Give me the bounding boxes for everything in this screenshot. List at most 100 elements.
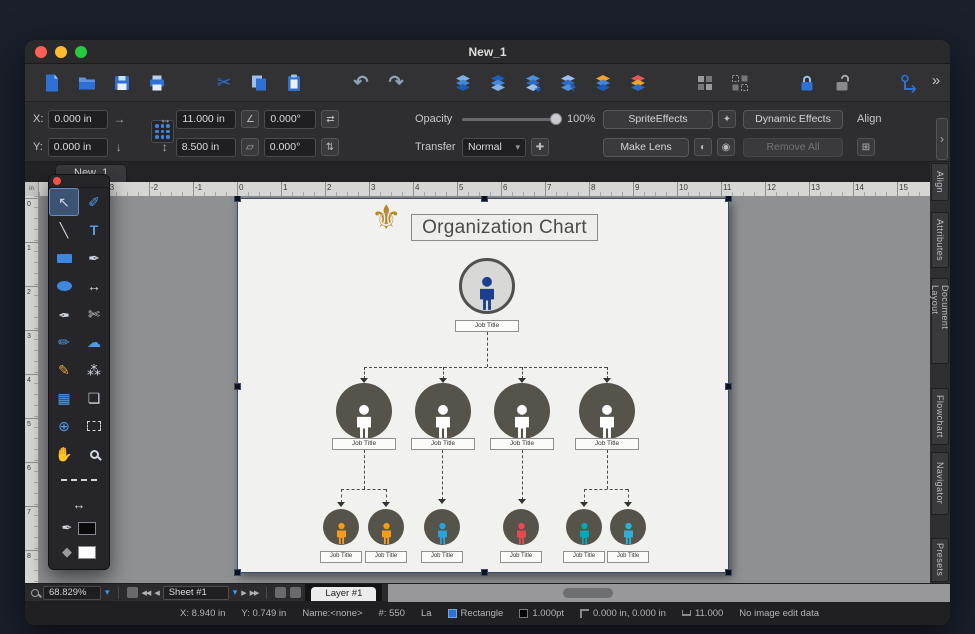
org-node-root[interactable] <box>459 258 515 314</box>
ghost-tool[interactable]: ☁ <box>79 328 109 356</box>
side-tab-flowchart[interactable]: Flowchart <box>931 388 949 445</box>
sprite-effects-button[interactable]: SpriteEffects <box>603 110 713 129</box>
globe-tool[interactable]: ⊕ <box>49 412 79 440</box>
rotate-icon-button[interactable]: ∠ <box>241 110 259 128</box>
line-style-selector[interactable] <box>49 468 109 492</box>
opacity-slider-thumb[interactable] <box>550 113 562 125</box>
org-node-l2[interactable] <box>579 383 635 439</box>
transfer-mode-select[interactable]: Normal ▾ <box>462 138 526 157</box>
close-window-button[interactable] <box>35 46 47 58</box>
side-tab-presets[interactable]: Presets <box>931 538 949 582</box>
selection-handle-n[interactable] <box>481 196 488 202</box>
job-title-label[interactable]: Job Title <box>411 438 475 450</box>
print-button[interactable] <box>142 68 172 98</box>
pen-tool[interactable]: ✒ <box>79 244 109 272</box>
knife-tool[interactable]: ✄ <box>79 300 109 328</box>
line-tool[interactable]: ╲ <box>49 216 79 244</box>
unlock-button[interactable] <box>827 68 857 98</box>
stroke-color-control[interactable]: ✒ <box>49 516 109 540</box>
undo-button[interactable]: ↶ <box>346 68 376 98</box>
horizontal-scrollbar[interactable] <box>388 584 950 602</box>
text-tool[interactable]: T <box>79 216 109 244</box>
copy-button[interactable] <box>244 68 274 98</box>
job-title-label[interactable]: Job Title <box>575 438 639 450</box>
org-node-l3[interactable] <box>503 509 539 545</box>
selection-handle-nw[interactable] <box>234 196 241 202</box>
rectangle-tool[interactable] <box>49 244 79 272</box>
stroke-color-swatch[interactable] <box>78 522 96 535</box>
job-title-label[interactable]: Job Title <box>421 551 463 563</box>
ellipse-tool[interactable] <box>49 272 79 300</box>
send-backward-button[interactable] <box>553 68 583 98</box>
org-node-l2[interactable] <box>415 383 471 439</box>
selection-handle-ne[interactable] <box>725 196 732 202</box>
hand-tool[interactable]: ✋ <box>49 440 79 468</box>
job-title-label[interactable]: Job Title <box>490 438 554 450</box>
palette-close-button[interactable] <box>53 177 61 185</box>
job-title-label[interactable]: Job Title <box>320 551 362 563</box>
zoom-level-field[interactable]: 68.829% <box>43 586 101 600</box>
bring-to-front-button[interactable] <box>448 68 478 98</box>
first-sheet-button[interactable]: ◀◀ <box>142 589 151 597</box>
minimize-window-button[interactable] <box>55 46 67 58</box>
side-tab-navigator[interactable]: Navigator <box>931 452 949 515</box>
arrow-style-selector[interactable]: ↔ <box>49 492 109 516</box>
selection-handle-e[interactable] <box>725 383 732 390</box>
move-to-layer-button[interactable] <box>588 68 618 98</box>
org-node-l2[interactable] <box>494 383 550 439</box>
org-node-l3[interactable] <box>323 509 359 545</box>
image-tool[interactable]: ▦ <box>49 384 79 412</box>
layer-effects-button[interactable] <box>623 68 653 98</box>
zoom-dropdown-button[interactable]: ▾ <box>105 587 110 598</box>
horizontal-scrollbar-thumb[interactable] <box>563 588 613 598</box>
selection-handle-se[interactable] <box>725 569 732 576</box>
opacity-slider[interactable] <box>462 112 562 126</box>
paste-button[interactable] <box>279 68 309 98</box>
panel-expand-button[interactable]: › <box>936 118 948 160</box>
layers-icon[interactable] <box>275 587 286 598</box>
select-tool[interactable]: ↖ <box>49 188 79 216</box>
skew-icon-button[interactable]: ▱ <box>241 138 259 156</box>
brush-tool[interactable]: ✐ <box>79 188 109 216</box>
eyedropper-tool[interactable]: ✒ <box>49 300 79 328</box>
marker-tool[interactable]: ✎ <box>49 356 79 384</box>
side-tab-document-layout[interactable]: Document Layout <box>931 278 949 364</box>
selection-handle-sw[interactable] <box>234 569 241 576</box>
width-field[interactable] <box>176 110 236 129</box>
connector-tool-button[interactable] <box>894 68 924 98</box>
canvas-area[interactable]: 012345678 ⚜ Organization Chart <box>25 196 930 583</box>
lens-option-b-button[interactable]: ◉ <box>717 138 735 156</box>
skew-angle-field[interactable] <box>264 138 316 157</box>
bring-forward-button[interactable] <box>518 68 548 98</box>
zoom-tool[interactable] <box>79 440 109 468</box>
ungroup-button[interactable] <box>725 68 755 98</box>
layer-tab[interactable]: Layer #1 <box>311 587 376 602</box>
side-tab-align[interactable]: Align <box>931 163 949 201</box>
job-title-label[interactable]: Job Title <box>563 551 605 563</box>
send-to-back-button[interactable] <box>483 68 513 98</box>
cut-button[interactable]: ✂ <box>209 68 239 98</box>
dimension-tool[interactable]: ↔ <box>79 272 109 300</box>
toolbar-overflow-button[interactable]: » <box>928 72 944 89</box>
open-document-button[interactable] <box>72 68 102 98</box>
remove-all-button[interactable]: Remove All <box>743 138 843 157</box>
new-layer-icon[interactable] <box>290 587 301 598</box>
org-node-l3[interactable] <box>610 509 646 545</box>
job-title-label[interactable]: Job Title <box>500 551 542 563</box>
new-document-button[interactable] <box>37 68 67 98</box>
sprite-effects-options-button[interactable]: ✦ <box>718 110 736 128</box>
org-node-l3[interactable] <box>566 509 602 545</box>
drawing-page[interactable]: ⚜ Organization Chart <box>237 198 729 573</box>
previous-sheet-button[interactable]: ◀ <box>154 589 158 597</box>
org-node-l3[interactable] <box>424 509 460 545</box>
flip-horizontal-button[interactable]: ⇄ <box>321 110 339 128</box>
last-sheet-button[interactable]: ▶▶ <box>250 589 259 597</box>
fill-color-swatch[interactable] <box>78 546 96 559</box>
save-document-button[interactable] <box>107 68 137 98</box>
zoom-window-button[interactable] <box>75 46 87 58</box>
make-lens-button[interactable]: Make Lens <box>603 138 689 157</box>
stamp-tool[interactable]: ❏ <box>79 384 109 412</box>
flip-vertical-button[interactable]: ⇅ <box>321 138 339 156</box>
x-position-field[interactable] <box>48 110 108 129</box>
side-tab-attributes[interactable]: Attributes <box>931 212 949 268</box>
